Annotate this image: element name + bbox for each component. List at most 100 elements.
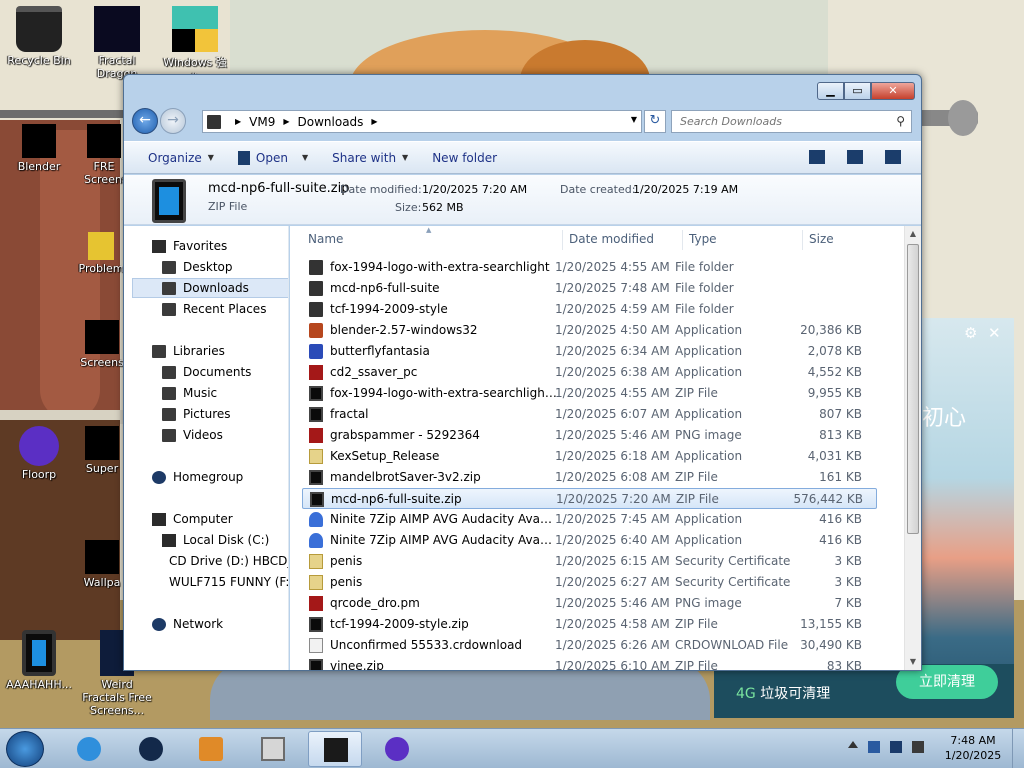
new-folder-button[interactable]: New folder [432, 151, 497, 165]
file-row[interactable]: Unconfirmed 55533.crdownload 1/20/2025 6:… [302, 635, 877, 656]
nav-favorites[interactable]: Favorites [124, 236, 288, 256]
minimize-button[interactable]: ▁ [817, 82, 844, 100]
show-desktop-button[interactable] [1012, 729, 1024, 768]
file-row[interactable]: penis 1/20/2025 6:27 AM Security Certifica… [302, 572, 877, 593]
file-row[interactable]: vinee.zip 1/20/2025 6:10 AM ZIP File 83 KB [302, 656, 877, 670]
nav-videos[interactable]: Videos [124, 425, 288, 445]
desktop-icon-fractal-dragon[interactable]: Fractal Dragon [80, 6, 154, 80]
file-row[interactable]: Ninite 7Zip AIMP AVG Audacity Avast Av..… [302, 509, 877, 530]
nav-computer[interactable]: Computer [124, 509, 288, 529]
desktop-icon-recycle-bin[interactable]: Recycle Bin [2, 6, 76, 67]
search-input[interactable] [672, 111, 882, 132]
desktop-icon-screens[interactable]: Screens [80, 320, 124, 369]
column-header-size[interactable]: Size [809, 226, 834, 252]
start-button[interactable] [6, 731, 44, 767]
column-divider[interactable] [682, 230, 683, 250]
floorp-icon [19, 426, 59, 466]
file-row[interactable]: tcf-1994-2009-style.zip 1/20/2025 4:58 AM… [302, 614, 877, 635]
column-divider[interactable] [802, 230, 803, 250]
vertical-scrollbar[interactable]: ▲ ▼ [904, 226, 921, 670]
file-type: File folder [675, 281, 734, 295]
file-row[interactable]: fox-1994-logo-with-extra-searchlight 1/20… [302, 257, 877, 278]
chevron-right-icon[interactable]: ▶ [283, 117, 289, 126]
chevron-up-icon[interactable] [848, 741, 858, 748]
file-row[interactable]: grabspammer - 5292364 1/20/2025 5:46 AM PN… [302, 425, 877, 446]
screensaver-icon [87, 124, 121, 158]
help-icon[interactable] [885, 150, 901, 164]
taskbar-media-player[interactable] [184, 731, 238, 767]
taskbar-explorer[interactable] [308, 731, 362, 767]
file-row[interactable]: penis 1/20/2025 6:15 AM Security Certifica… [302, 551, 877, 572]
gear-icon[interactable]: ⚙ [964, 324, 977, 342]
search-box[interactable]: ⚲ [671, 110, 912, 133]
nav-recent-places[interactable]: Recent Places [124, 299, 288, 319]
scrollbar-thumb[interactable] [907, 244, 919, 534]
nav-desktop[interactable]: Desktop [124, 257, 288, 277]
maximize-button[interactable]: ▭ [844, 82, 871, 100]
volume-tray-icon[interactable] [912, 741, 924, 753]
desktop-icon-wallpaper[interactable]: Wallpa [80, 540, 124, 589]
file-row[interactable]: fractal 1/20/2025 6:07 AM Application 807 K… [302, 404, 877, 425]
desktop-icon-blender[interactable]: Blender [2, 124, 76, 173]
desktop-icon-free-screensavers[interactable]: FRE Screens [84, 124, 124, 186]
column-header-type[interactable]: Type [689, 226, 717, 252]
chevron-down-icon[interactable]: ▼ [302, 153, 308, 162]
nav-network[interactable]: Network [124, 614, 288, 634]
address-bar[interactable]: ▶ VM9 ▶ Downloads ▶ ▼ [202, 110, 642, 133]
column-header-name[interactable]: Name [308, 226, 343, 252]
column-divider[interactable] [562, 230, 563, 250]
file-row[interactable]: mandelbrotSaver-3v2.zip 1/20/2025 6:08 AM… [302, 467, 877, 488]
nav-pictures[interactable]: Pictures [124, 404, 288, 424]
taskbar-recorder[interactable] [246, 731, 300, 767]
taskbar-floorp[interactable] [370, 731, 424, 767]
title-bar[interactable]: ▁ ▭ ✕ [124, 75, 921, 105]
open-button[interactable]: Open ▼ [237, 150, 308, 165]
taskbar-internet-explorer[interactable] [62, 731, 116, 767]
desktop-icon-super[interactable]: Super [80, 426, 124, 475]
chevron-right-icon[interactable]: ▶ [371, 117, 377, 126]
file-row[interactable]: tcf-1994-2009-style 1/20/2025 4:59 AM File… [302, 299, 877, 320]
desktop-icon-problem[interactable]: Problem [78, 232, 124, 275]
scroll-down-icon[interactable]: ▼ [905, 654, 921, 670]
chevron-down-icon[interactable]: ▼ [631, 115, 637, 124]
desktop-icon-floorp[interactable]: Floorp [2, 426, 76, 481]
change-view-icon[interactable] [809, 150, 825, 164]
scroll-up-icon[interactable]: ▲ [905, 226, 921, 242]
file-row[interactable]: Ninite 7Zip AIMP AVG Audacity Avast Av..… [302, 530, 877, 551]
file-row[interactable]: mcd-np6-full-suite.zip 1/20/2025 7:20 AM Z… [302, 488, 877, 509]
search-icon[interactable]: ⚲ [896, 114, 905, 128]
forward-button[interactable]: → [160, 108, 186, 134]
preview-pane-icon[interactable] [847, 150, 863, 164]
file-row[interactable]: mcd-np6-full-suite 1/20/2025 7:48 AM File … [302, 278, 877, 299]
nav-local-disk[interactable]: Local Disk (C:) [124, 530, 288, 550]
breadcrumb-vm9[interactable]: VM9 [249, 115, 275, 129]
taskbar-globe-app[interactable] [124, 731, 178, 767]
file-row[interactable]: fox-1994-logo-with-extra-searchlight.zip… [302, 383, 877, 404]
nav-music[interactable]: Music [124, 383, 288, 403]
network-tray-icon[interactable] [868, 741, 880, 753]
refresh-button[interactable]: ↻ [644, 110, 666, 133]
share-with-button[interactable]: Share with ▼ [332, 151, 408, 165]
file-row[interactable]: KexSetup_Release 1/20/2025 6:18 AM Applica… [302, 446, 877, 467]
clock[interactable]: 7:48 AM 1/20/2025 [940, 733, 1006, 763]
nav-documents[interactable]: Documents [124, 362, 288, 382]
organize-button[interactable]: Organize ▼ [148, 151, 214, 165]
file-row[interactable]: butterflyfantasia 1/20/2025 6:34 AM Applic… [302, 341, 877, 362]
nav-cd-drive[interactable]: CD Drive (D:) HBCD_ [124, 551, 288, 571]
close-button[interactable]: ✕ [871, 82, 915, 100]
file-row[interactable]: qrcode_dro.pm 1/20/2025 5:46 AM PNG image 7… [302, 593, 877, 614]
chevron-right-icon[interactable]: ▶ [235, 117, 241, 126]
nav-libraries[interactable]: Libraries [124, 341, 288, 361]
close-icon[interactable]: ✕ [988, 324, 1001, 342]
display-tray-icon[interactable] [890, 741, 902, 753]
nav-homegroup[interactable]: Homegroup [124, 467, 288, 487]
column-header-date[interactable]: Date modified [569, 226, 654, 252]
breadcrumb-downloads[interactable]: Downloads [298, 115, 364, 129]
folder-icon [309, 260, 323, 275]
back-button[interactable]: ← [132, 108, 158, 134]
desktop-icon-aaahahh[interactable]: AAAHAHH... [2, 630, 76, 691]
nav-wulf-drive[interactable]: WULF715 FUNNY (F: [124, 572, 288, 592]
nav-downloads[interactable]: Downloads [132, 278, 288, 298]
file-row[interactable]: cd2_ssaver_pc 1/20/2025 6:38 AM Applicatio… [302, 362, 877, 383]
file-row[interactable]: blender-2.57-windows32 1/20/2025 4:50 AM A… [302, 320, 877, 341]
